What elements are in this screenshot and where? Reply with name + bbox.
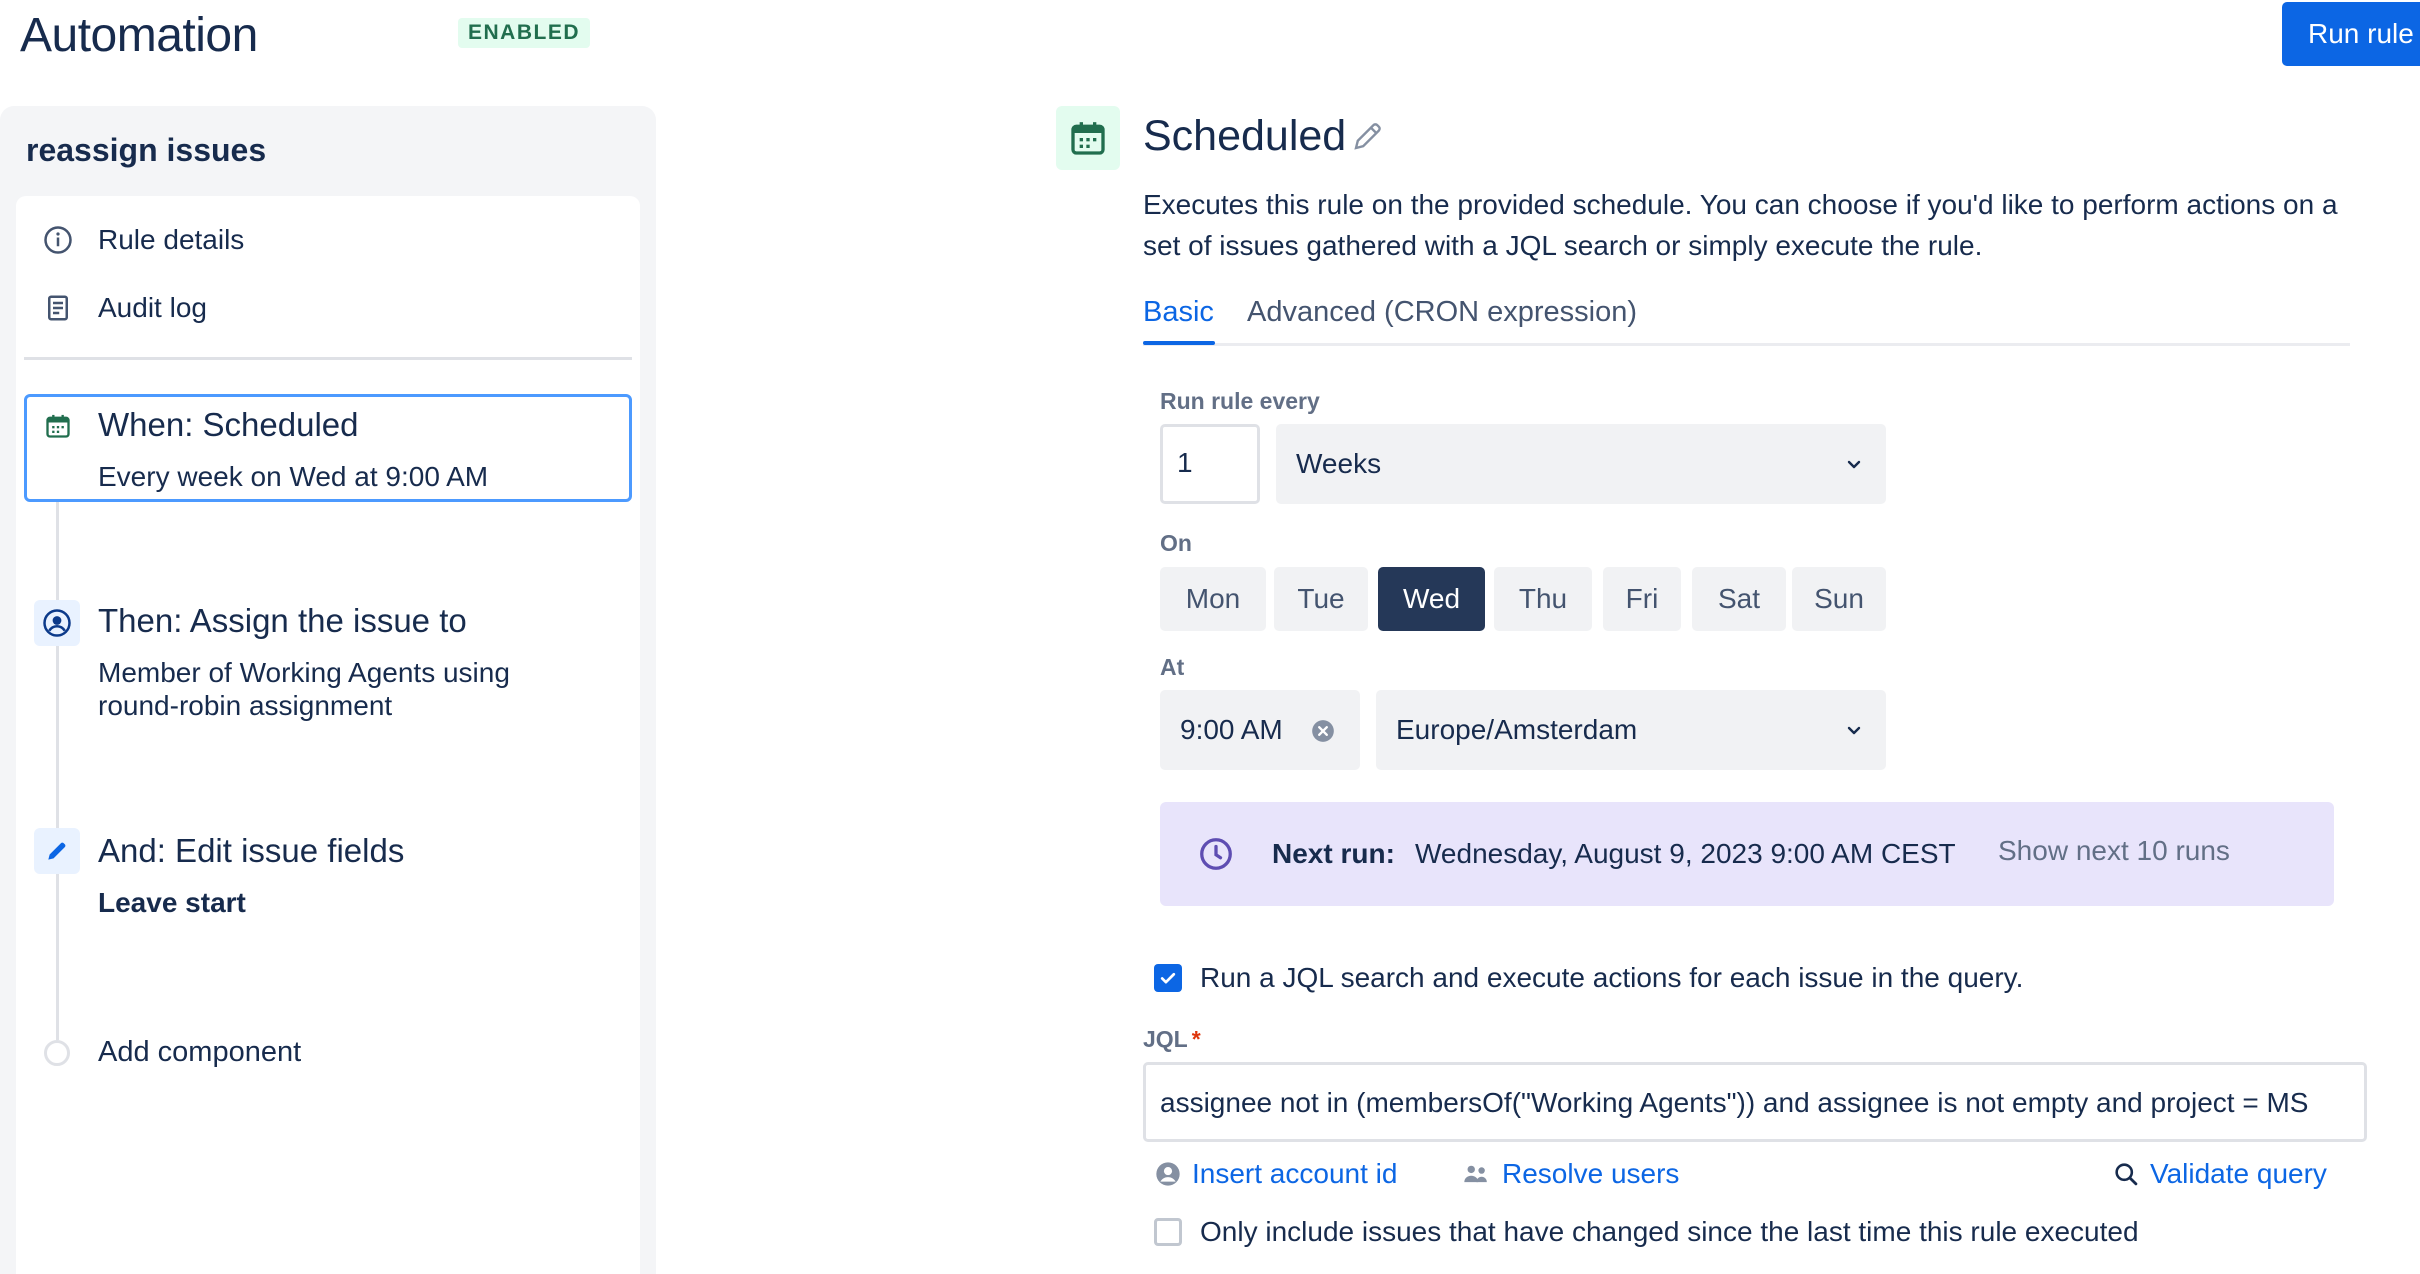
on-label: On [1160, 530, 1192, 556]
calendar-icon [36, 404, 80, 448]
jql-search-label: Run a JQL search and execute actions for… [1200, 962, 2024, 993]
trigger-title: Scheduled [1143, 112, 1347, 160]
step-subtitle: Leave start [98, 887, 246, 918]
status-badge: ENABLED [458, 18, 591, 48]
run-rule-button[interactable]: Run rule [2282, 2, 2420, 66]
jql-label-text: JQL [1143, 1026, 1188, 1052]
required-marker: * [1191, 1026, 1201, 1052]
time-value: 9:00 AM [1180, 714, 1283, 745]
info-icon [38, 220, 78, 260]
sidebar-item-label: Audit log [98, 292, 207, 323]
step-title[interactable]: And: Edit issue fields [98, 832, 404, 870]
step-subtitle: Member of Working Agents using round-rob… [98, 657, 510, 721]
document-icon [38, 288, 78, 328]
next-run-label: Next run: [1272, 838, 1395, 869]
sidebar-divider [24, 357, 632, 360]
show-next-runs-link[interactable]: Show next 10 runs [1998, 835, 2230, 867]
rule-name: reassign issues [26, 132, 267, 168]
sidebar-item-rule-details[interactable]: Rule details [38, 220, 244, 260]
user-avatar-icon [1156, 1162, 1180, 1186]
run-every-label: Run rule every [1160, 388, 1320, 414]
sidebar-item-audit-log[interactable]: Audit log [38, 288, 207, 328]
clock-icon [1200, 838, 1232, 870]
resolve-users-label: Resolve users [1502, 1158, 1680, 1189]
next-run-banner: Next run: Wednesday, August 9, 2023 9:00… [1160, 802, 2334, 906]
day-mon[interactable]: Mon [1160, 567, 1266, 631]
insert-account-id-label: Insert account id [1192, 1158, 1398, 1189]
jql-input[interactable]: assignee not in (membersOf("Working Agen… [1143, 1062, 2367, 1142]
trigger-description: Executes this rule on the provided sched… [1143, 189, 2338, 261]
day-fri[interactable]: Fri [1603, 567, 1681, 631]
at-label: At [1160, 654, 1185, 680]
user-circle-icon [34, 600, 80, 646]
search-icon [2115, 1163, 2138, 1186]
clear-icon[interactable] [1310, 718, 1336, 744]
only-changed-checkbox[interactable] [1154, 1218, 1182, 1246]
tab-basic[interactable]: Basic [1143, 296, 1214, 329]
checkmark-icon [1160, 972, 1176, 984]
sidebar-item-label: Rule details [98, 224, 245, 255]
calendar-icon [1056, 106, 1120, 170]
validate-query-link[interactable]: Validate query [2112, 1158, 2327, 1190]
step-subtitle: Every week on Wed at 9:00 AM [98, 461, 489, 492]
chevron-down-icon [1847, 726, 1861, 735]
jql-search-checkbox[interactable] [1154, 964, 1182, 992]
interval-unit-value: Weeks [1296, 448, 1382, 479]
add-component-dot [44, 1040, 70, 1066]
edit-title-icon[interactable] [1350, 118, 1390, 158]
time-picker[interactable]: 9:00 AM [1160, 690, 1360, 770]
day-sat[interactable]: Sat [1692, 567, 1786, 631]
day-wed[interactable]: Wed [1378, 567, 1485, 631]
tabs-divider [1143, 343, 2350, 346]
active-tab-indicator [1143, 341, 1215, 345]
next-run-value: Wednesday, August 9, 2023 9:00 AM CEST [1415, 838, 1956, 869]
resolve-users-link[interactable]: Resolve users [1462, 1158, 1679, 1190]
step-title[interactable]: Then: Assign the issue to [98, 602, 467, 640]
insert-account-id-link[interactable]: Insert account id [1154, 1158, 1397, 1190]
pencil-icon [34, 828, 80, 874]
only-changed-label: Only include issues that have changed si… [1200, 1216, 2139, 1247]
add-component-link[interactable]: Add component [98, 1036, 301, 1069]
timeline-connector [56, 500, 59, 1040]
day-tue[interactable]: Tue [1274, 567, 1368, 631]
interval-input[interactable]: 1 [1160, 424, 1260, 504]
interval-unit-select[interactable]: Weeks [1276, 424, 1886, 504]
validate-query-label: Validate query [2150, 1158, 2327, 1189]
tab-advanced[interactable]: Advanced (CRON expression) [1247, 296, 1637, 329]
timezone-select[interactable]: Europe/Amsterdam [1376, 690, 1886, 770]
jql-label: JQL * [1143, 1026, 1201, 1053]
day-thu[interactable]: Thu [1494, 567, 1592, 631]
step-title: When: Scheduled [98, 406, 359, 443]
people-icon [1464, 1165, 1487, 1183]
chevron-down-icon [1847, 460, 1861, 469]
timezone-value: Europe/Amsterdam [1396, 714, 1638, 745]
page-title: Automation [20, 9, 258, 62]
day-sun[interactable]: Sun [1792, 567, 1886, 631]
